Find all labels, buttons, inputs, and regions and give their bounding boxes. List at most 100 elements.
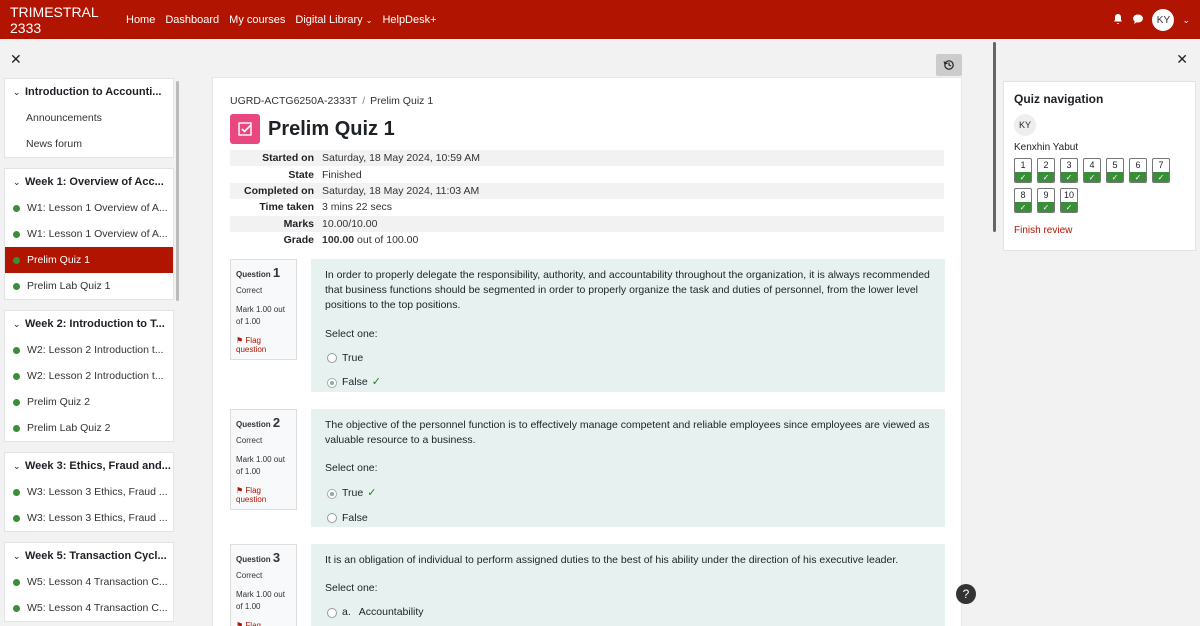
nav-digital-library[interactable]: Digital Library ⌄: [295, 14, 372, 26]
quiz-nav-drawer: ✕ Quiz navigation KY Kenxhin Yabut 1 ✓ 2 ✓ 3…: [1000, 39, 1200, 626]
question-nav-button[interactable]: 3 ✓: [1060, 158, 1078, 183]
chevron-down-icon: ⌄: [13, 176, 21, 187]
course-index-item[interactable]: Prelim Lab Quiz 2: [5, 415, 173, 441]
main-region: UGRD-ACTG6250A-2333T / Prelim Quiz 1 Preli…: [212, 77, 962, 626]
course-index-item[interactable]: Prelim Quiz 2: [5, 389, 173, 415]
radio-button[interactable]: [327, 608, 337, 619]
nav-dashboard[interactable]: Dashboard: [165, 14, 219, 26]
avatar[interactable]: KY: [1152, 9, 1175, 31]
site-brand[interactable]: TRIMESTRAL 2333: [10, 4, 126, 36]
option-label: False: [342, 511, 368, 524]
checkmark-icon: ✓: [1061, 172, 1077, 182]
question-nav-button[interactable]: 10 ✓: [1060, 188, 1078, 213]
answer-option[interactable]: False ✓: [325, 375, 931, 391]
course-index-item[interactable]: Announcements: [5, 105, 173, 131]
completion-dot-icon: [13, 282, 20, 290]
completion-dot-icon: [13, 204, 20, 212]
question-nav-button[interactable]: 9 ✓: [1037, 188, 1055, 213]
question-nav-button[interactable]: 2 ✓: [1037, 158, 1055, 183]
help-icon[interactable]: ?: [956, 584, 976, 604]
answer-option[interactable]: a. Accountability: [325, 605, 931, 620]
course-index-item[interactable]: Prelim Lab Quiz 1: [5, 273, 173, 299]
nav-helpdesk[interactable]: HelpDesk+: [382, 14, 436, 26]
checkmark-icon: ✓: [1015, 172, 1031, 182]
course-index-section-header[interactable]: ⌄ Week 5: Transaction Cycl...: [5, 543, 173, 569]
nav-home[interactable]: Home: [126, 14, 155, 26]
scrollbar[interactable]: [993, 42, 996, 232]
question-number: Question 2: [236, 415, 291, 430]
question-nav-button[interactable]: 4 ✓: [1083, 158, 1101, 183]
course-index-section-header[interactable]: ⌄ Week 3: Ethics, Fraud and...: [5, 453, 173, 479]
answer-option[interactable]: True ✓: [325, 486, 931, 502]
course-index-item[interactable]: W2: Lesson 2 Introduction t...: [5, 363, 173, 389]
quiz-icon: [230, 114, 260, 144]
chevron-down-icon[interactable]: ⌄: [1182, 15, 1190, 26]
bell-icon[interactable]: [1112, 13, 1124, 28]
course-index-item[interactable]: W5: Lesson 4 Transaction C...: [5, 569, 173, 595]
question-nav-button[interactable]: 5 ✓: [1106, 158, 1124, 183]
breadcrumb: UGRD-ACTG6250A-2333T / Prelim Quiz 1: [230, 95, 433, 107]
breadcrumb-course[interactable]: UGRD-ACTG6250A-2333T: [230, 95, 357, 107]
course-index-item[interactable]: Prelim Quiz 1: [5, 247, 173, 273]
summary-label: State: [288, 168, 314, 181]
summary-value: Saturday, 18 May 2024, 10:59 AM: [322, 152, 480, 165]
answer-option[interactable]: False: [325, 511, 931, 526]
question-nav-number: 1: [1020, 160, 1026, 170]
answer-option[interactable]: True: [325, 351, 931, 366]
close-icon[interactable]: ✕: [1176, 51, 1188, 68]
grade-value: 100.00: [322, 234, 355, 247]
history-icon[interactable]: [936, 54, 962, 76]
summary-label: Completed on: [244, 184, 314, 197]
flag-question-button[interactable]: ⚑ Flag question: [236, 486, 291, 504]
grade-out-of: out of 100.00: [354, 234, 419, 247]
question-nav-button[interactable]: 6 ✓: [1129, 158, 1147, 183]
page-header: Prelim Quiz 1: [230, 114, 395, 144]
select-one-label: Select one:: [325, 327, 378, 340]
radio-button[interactable]: [327, 378, 337, 389]
quiz-nav-user[interactable]: Kenxhin Yabut: [1014, 142, 1185, 153]
chevron-down-icon: ⌄: [13, 460, 21, 471]
question-nav-button[interactable]: 8 ✓: [1014, 188, 1032, 213]
course-index-item[interactable]: W3: Lesson 3 Ethics, Fraud ...: [5, 479, 173, 505]
checkmark-icon: ✓: [1038, 202, 1054, 212]
checkmark-icon: ✓: [1084, 172, 1100, 182]
course-index-item[interactable]: W3: Lesson 3 Ethics, Fraud ...: [5, 505, 173, 531]
close-icon[interactable]: ✕: [10, 51, 22, 68]
scrollbar[interactable]: [176, 81, 179, 301]
radio-button[interactable]: [327, 488, 337, 499]
course-index-section-header[interactable]: ⌄ Week 2: Introduction to T...: [5, 311, 173, 337]
flag-question-button[interactable]: ⚑ Flag question: [236, 621, 291, 626]
attempt-summary-table: Started on Saturday, 18 May 2024, 10:59 A…: [230, 150, 944, 248]
finish-review-link[interactable]: Finish review: [1014, 225, 1185, 236]
question-content: It is an obligation of individual to per…: [311, 544, 945, 626]
completion-dot-icon: [13, 424, 20, 432]
question-nav-button[interactable]: 7 ✓: [1152, 158, 1170, 183]
chat-icon[interactable]: [1132, 13, 1144, 28]
breadcrumb-separator: /: [362, 95, 366, 107]
question-number: Question 3: [236, 550, 291, 565]
completion-dot-icon: [13, 256, 20, 264]
question-nav-button[interactable]: 1 ✓: [1014, 158, 1032, 183]
course-index-section-header[interactable]: ⌄ Introduction to Accounti...: [5, 79, 173, 105]
checkmark-icon: ✓: [1015, 202, 1031, 212]
course-index-item[interactable]: W5: Lesson 4 Transaction C...: [5, 595, 173, 621]
course-index-item[interactable]: News forum: [5, 131, 173, 157]
course-index-item[interactable]: W1: Lesson 1 Overview of A...: [5, 195, 173, 221]
question-number-value: 2: [272, 415, 281, 430]
avatar[interactable]: KY: [1014, 114, 1036, 136]
nav-my-courses[interactable]: My courses: [229, 14, 285, 26]
course-index-item-label: W3: Lesson 3 Ethics, Fraud ...: [27, 486, 168, 498]
flag-icon: ⚑: [236, 621, 244, 626]
select-one-label: Select one:: [325, 582, 378, 595]
radio-button[interactable]: [327, 353, 337, 364]
course-index-item[interactable]: W2: Lesson 2 Introduction t...: [5, 337, 173, 363]
select-one-label: Select one:: [325, 462, 378, 475]
summary-label: Grade: [283, 234, 314, 247]
course-index-section-header[interactable]: ⌄ Week 1: Overview of Acc...: [5, 169, 173, 195]
chevron-down-icon: ⌄: [13, 550, 21, 561]
radio-button[interactable]: [327, 513, 337, 524]
course-index-item[interactable]: W1: Lesson 1 Overview of A...: [5, 221, 173, 247]
flag-question-button[interactable]: ⚑ Flag question: [236, 336, 291, 354]
option-label: True: [342, 351, 364, 364]
completion-dot-icon: [13, 604, 20, 612]
